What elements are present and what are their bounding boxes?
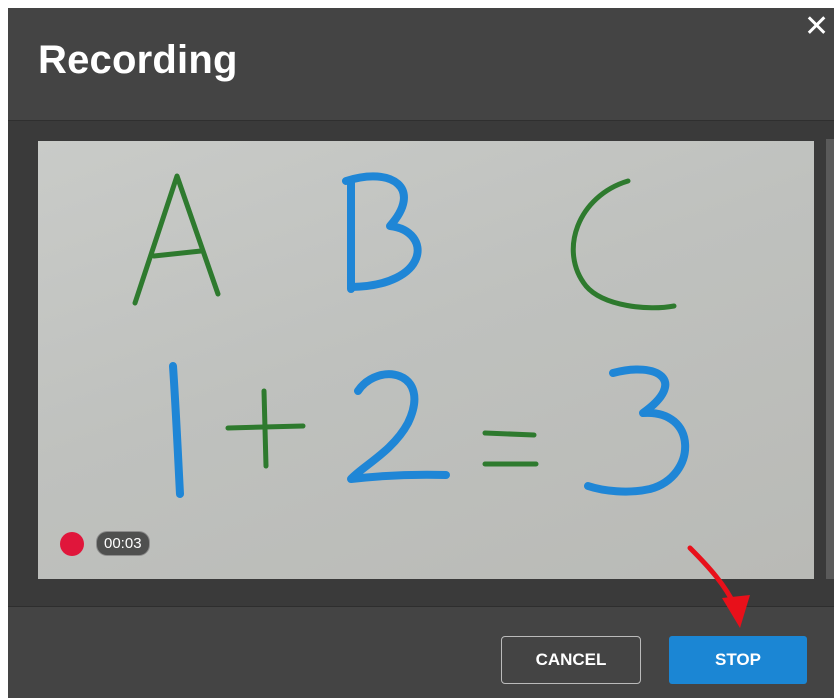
stop-button[interactable]: STOP [669, 636, 807, 684]
dialog-header: Recording [8, 8, 834, 121]
dialog-body: 00:03 [8, 121, 834, 607]
scrollbar[interactable] [826, 139, 834, 579]
cancel-button[interactable]: CANCEL [501, 636, 641, 684]
dialog-footer: CANCEL STOP [8, 606, 834, 698]
recording-dialog: Recording 00:03 CANCEL STOP [8, 8, 834, 698]
recording-dot-icon [60, 531, 84, 556]
whiteboard-image [132, 172, 690, 498]
close-icon[interactable]: ✕ [804, 12, 829, 42]
recording-indicator: 00:03 [60, 531, 150, 556]
recording-timer: 00:03 [96, 531, 150, 556]
dialog-title: Recording [38, 38, 238, 82]
video-preview: 00:03 [38, 141, 814, 579]
